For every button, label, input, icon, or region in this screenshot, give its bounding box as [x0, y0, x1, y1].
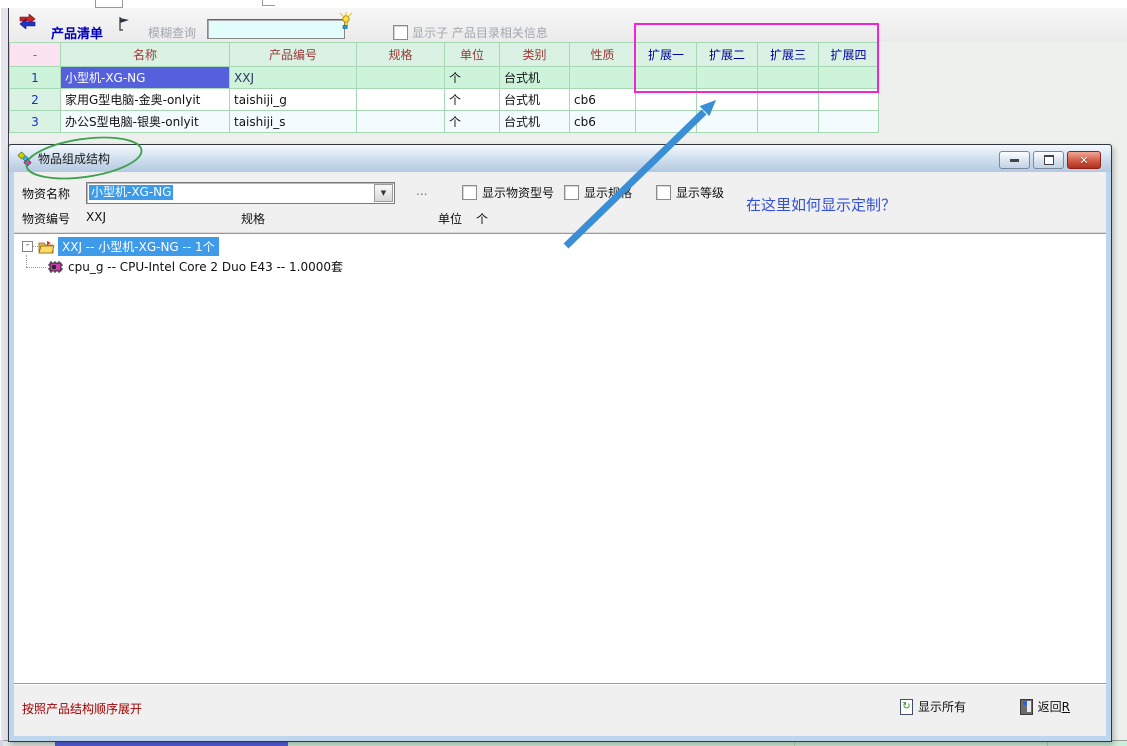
cpu-chip-icon: [48, 261, 63, 273]
column-header[interactable]: 类别: [500, 43, 570, 67]
show-model-label: 显示物资型号: [482, 184, 554, 201]
annotation-magenta-box: [634, 23, 879, 93]
show-all-label: 显示所有: [918, 698, 966, 715]
toolbar: 产品清单 模糊查询 显示子 产品目录相关信息: [9, 8, 1127, 42]
tree-root-node[interactable]: - XXJ -- 小型机-XG-NG -- 1个: [14, 234, 1106, 255]
column-header[interactable]: -: [10, 43, 61, 67]
screen: 产品清单 模糊查询 显示子 产品目录相关信息 - 名称 产品编号 规格 单位: [0, 0, 1127, 746]
top-strip: [0, 0, 1127, 8]
tree-collapse-icon[interactable]: -: [22, 241, 33, 252]
dialog-item-structure: 物品组成结构 ✕ 物资名称 小型机-XG-NG ▼ ... 显示物资型号 显示规…: [8, 144, 1112, 742]
cell-code[interactable]: taishiji_s: [230, 111, 357, 133]
cell-name-selected[interactable]: 小型机-XG-NG: [61, 67, 230, 89]
cell-spec[interactable]: [357, 111, 445, 133]
dialog-icon: [17, 151, 33, 167]
row-number[interactable]: 3: [10, 111, 61, 133]
dialog-titlebar[interactable]: 物品组成结构 ✕: [9, 145, 1111, 172]
unit-value: 个: [476, 210, 488, 227]
spec-label: 规格: [241, 210, 265, 227]
structure-tree: - XXJ -- 小型机-XG-NG -- 1个 cpu_: [14, 233, 1106, 685]
material-name-combobox[interactable]: 小型机-XG-NG ▼: [86, 182, 395, 204]
cell-ext2[interactable]: [697, 111, 758, 133]
key-help-icon[interactable]: [338, 11, 354, 31]
search-input[interactable]: [207, 19, 345, 39]
exit-door-icon: [1020, 699, 1033, 715]
show-grade-checkbox[interactable]: [656, 185, 671, 200]
top-ui-fragment: [262, 0, 275, 6]
combobox-dropdown-button[interactable]: ▼: [374, 184, 393, 202]
window-controls: ✕: [999, 151, 1101, 169]
material-code-value: XXJ: [86, 210, 106, 224]
tree-child-label[interactable]: cpu_g -- CPU-Intel Core 2 Duo E43 -- 1.0…: [68, 258, 343, 275]
combobox-selected-text: 小型机-XG-NG: [89, 185, 173, 200]
cell-ext3[interactable]: [758, 111, 819, 133]
row-number[interactable]: 1: [10, 67, 61, 89]
show-spec-checkbox-item[interactable]: 显示规格: [564, 184, 632, 201]
row-number[interactable]: 2: [10, 89, 61, 111]
show-spec-label: 显示规格: [584, 184, 632, 201]
cell-nature[interactable]: cb6: [570, 111, 636, 133]
close-icon: ✕: [1079, 154, 1088, 167]
cell-unit[interactable]: 个: [445, 67, 500, 89]
swap-arrows-icon: [18, 14, 37, 29]
cell-unit[interactable]: 个: [445, 111, 500, 133]
cell-code[interactable]: taishiji_g: [230, 89, 357, 111]
show-sub-info-label: 显示子 产品目录相关信息: [412, 24, 548, 41]
cell-unit[interactable]: 个: [445, 89, 500, 111]
cell-name[interactable]: 办公S型电脑-银奥-onlyit: [61, 111, 230, 133]
dialog-title: 物品组成结构: [38, 150, 110, 167]
cell-category[interactable]: 台式机: [500, 111, 570, 133]
show-spec-checkbox[interactable]: [564, 185, 579, 200]
cell-spec[interactable]: [357, 67, 445, 89]
column-header[interactable]: 名称: [61, 43, 230, 67]
cell-nature[interactable]: [570, 67, 636, 89]
tree-child-node[interactable]: cpu_g -- CPU-Intel Core 2 Duo E43 -- 1.0…: [48, 258, 1106, 275]
fuzzy-query-label: 模糊查询: [148, 24, 196, 41]
show-all-button[interactable]: ↻ 显示所有: [900, 698, 966, 715]
show-model-checkbox-item[interactable]: 显示物资型号: [462, 184, 554, 201]
show-grade-label: 显示等级: [676, 184, 724, 201]
table-row[interactable]: 3 办公S型电脑-银奥-onlyit taishiji_s 个 台式机 cb6: [10, 111, 879, 133]
column-header[interactable]: 性质: [570, 43, 636, 67]
flag-icon: [117, 16, 131, 32]
open-folder-icon: [38, 240, 55, 254]
more-button[interactable]: ...: [416, 184, 427, 198]
maximize-icon: [1044, 155, 1054, 165]
status-text: 按照产品结构顺序展开: [22, 700, 142, 717]
tree-root-label[interactable]: XXJ -- 小型机-XG-NG -- 1个: [58, 237, 219, 256]
refresh-page-icon: ↻: [900, 699, 913, 715]
annotation-question-text: 在这里如何显示定制？: [746, 194, 896, 215]
dialog-client-area: 物资名称 小型机-XG-NG ▼ ... 显示物资型号 显示规格 显示等级 在这…: [14, 172, 1106, 736]
return-button[interactable]: 返回R: [1020, 698, 1070, 715]
cell-category[interactable]: 台式机: [500, 67, 570, 89]
cell-spec[interactable]: [357, 89, 445, 111]
minimize-icon: [1010, 159, 1019, 162]
cell-category[interactable]: 台式机: [500, 89, 570, 111]
unit-label: 单位: [438, 210, 462, 227]
cell-ext4[interactable]: [819, 111, 879, 133]
column-header[interactable]: 产品编号: [230, 43, 357, 67]
column-header[interactable]: 规格: [357, 43, 445, 67]
material-name-label: 物资名称: [22, 185, 70, 202]
cell-name[interactable]: 家用G型电脑-金奥-onlyit: [61, 89, 230, 111]
chevron-down-icon: ▼: [381, 189, 386, 197]
column-header[interactable]: 单位: [445, 43, 500, 67]
tree-connector: [26, 267, 46, 268]
cell-code[interactable]: XXJ: [230, 67, 357, 89]
show-sub-info-checkbox[interactable]: [393, 25, 408, 40]
material-code-label: 物资编号: [22, 210, 70, 227]
show-grade-checkbox-item[interactable]: 显示等级: [656, 184, 724, 201]
minimize-button[interactable]: [999, 151, 1030, 169]
maximize-button[interactable]: [1033, 151, 1064, 169]
product-list-title: 产品清单: [51, 23, 103, 42]
top-ui-fragment: [95, 0, 123, 8]
close-button[interactable]: ✕: [1067, 151, 1101, 169]
dialog-statusbar: 按照产品结构顺序展开 ↻ 显示所有 返回R: [14, 683, 1106, 736]
cell-nature[interactable]: cb6: [570, 89, 636, 111]
return-label: 返回R: [1038, 698, 1070, 715]
cell-ext1[interactable]: [636, 111, 697, 133]
show-model-checkbox[interactable]: [462, 185, 477, 200]
tree-connector: [26, 255, 27, 267]
